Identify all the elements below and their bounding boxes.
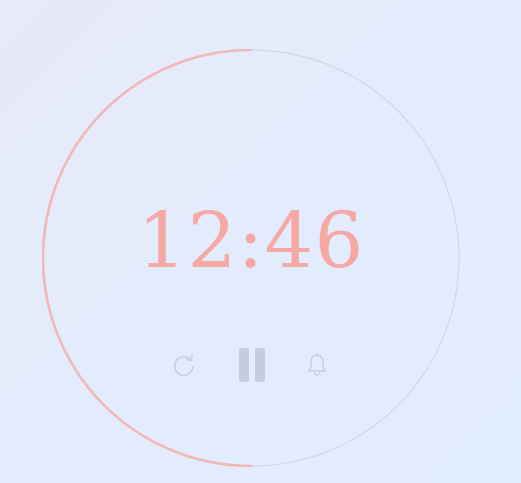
alarm-button[interactable] (297, 345, 337, 385)
bell-icon (307, 352, 327, 376)
timer-widget: 12:46 (42, 49, 460, 467)
refresh-icon (173, 354, 194, 376)
pause-button[interactable] (231, 345, 271, 385)
reset-button[interactable] (164, 345, 204, 385)
time-display: 12:46 (137, 197, 365, 286)
timer-controls (42, 345, 460, 385)
pause-icon (239, 348, 265, 382)
